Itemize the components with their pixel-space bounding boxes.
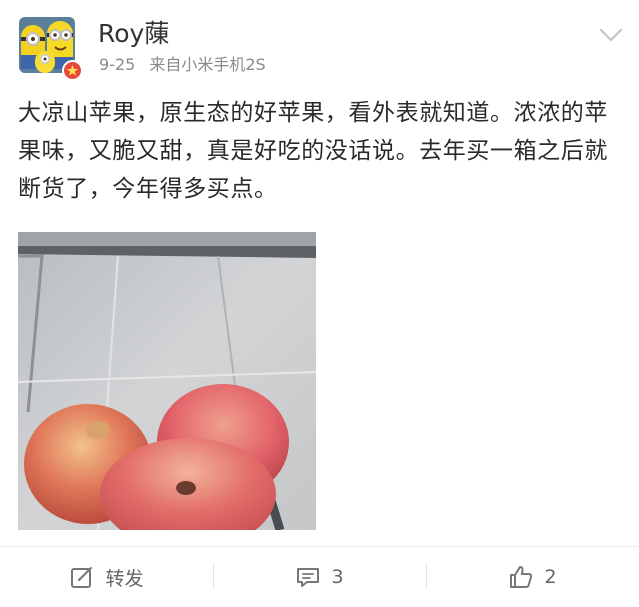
chevron-down-icon[interactable] — [598, 26, 624, 44]
like-count: 2 — [544, 566, 557, 588]
post-date: 9-25 — [99, 55, 136, 74]
comment-icon — [295, 564, 321, 590]
post-text: 大凉山苹果，原生态的好苹果，看外表就知道。浓浓的苹果味，又脆又甜，真是好吃的没话… — [18, 100, 608, 202]
repost-button[interactable]: 转发 — [0, 547, 213, 607]
like-button[interactable]: 2 — [426, 547, 639, 607]
thumbs-up-icon — [508, 564, 534, 590]
verified-badge-icon — [62, 60, 83, 81]
comment-count: 3 — [331, 566, 344, 588]
apples-photo — [18, 232, 316, 530]
user-name[interactable]: Roy蔯 — [98, 19, 169, 49]
post-meta: 9-25 来自小米手机2S — [99, 55, 266, 75]
repost-icon — [69, 564, 95, 590]
post-source[interactable]: 来自小米手机2S — [149, 55, 265, 74]
post-image[interactable] — [18, 232, 316, 530]
comment-button[interactable]: 3 — [213, 547, 426, 607]
repost-label: 转发 — [105, 567, 144, 590]
action-bar: 转发 3 2 — [0, 547, 639, 607]
